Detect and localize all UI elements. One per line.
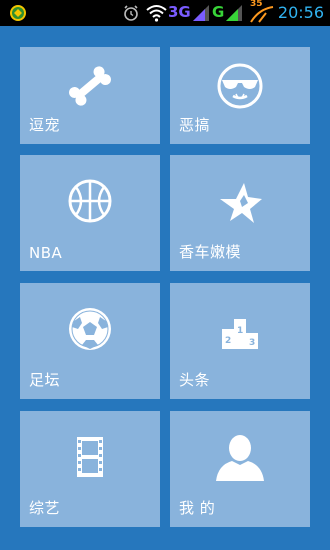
network-3g-indicator: 3G bbox=[168, 3, 191, 21]
upload-speed-icon bbox=[250, 6, 274, 23]
clock-time: 20:56 bbox=[277, 3, 324, 22]
tile-headlines[interactable]: 2 1 3 头条 bbox=[170, 283, 310, 399]
tile-label: NBA bbox=[29, 244, 63, 262]
tile-label: 逗宠 bbox=[29, 116, 61, 134]
wifi-icon bbox=[146, 5, 167, 22]
soccer-ball-icon bbox=[69, 308, 111, 351]
app-notification-icon bbox=[10, 5, 26, 21]
bone-icon bbox=[69, 66, 111, 106]
basketball-icon bbox=[68, 179, 112, 223]
tile-label: 香车嫩模 bbox=[179, 243, 242, 261]
film-strip-icon bbox=[77, 437, 103, 478]
tile-label: 足坛 bbox=[29, 371, 61, 389]
tile-cars-models[interactable]: 香车嫩模 bbox=[170, 155, 310, 271]
tile-label: 综艺 bbox=[29, 499, 61, 517]
tile-football[interactable]: 足坛 bbox=[20, 283, 160, 399]
signal-icon bbox=[193, 5, 209, 21]
user-profile-icon bbox=[216, 435, 264, 482]
tile-variety[interactable]: 综艺 bbox=[20, 411, 160, 527]
svg-text:3: 3 bbox=[249, 338, 255, 348]
alarm-icon bbox=[124, 5, 138, 21]
network-g-indicator: G bbox=[212, 3, 225, 21]
tile-pets[interactable]: 逗宠 bbox=[20, 47, 160, 144]
status-bar: 3G G 35 20:56 bbox=[0, 0, 330, 26]
tile-label: 恶搞 bbox=[179, 116, 211, 134]
tile-label: 头条 bbox=[179, 371, 211, 389]
tile-funny[interactable]: 恶搞 bbox=[170, 47, 310, 144]
sunglasses-face-icon bbox=[217, 63, 263, 109]
tile-nba[interactable]: NBA bbox=[20, 155, 160, 271]
star-car-logo-icon bbox=[220, 183, 262, 224]
podium-icon: 2 1 3 bbox=[222, 319, 258, 350]
tile-my-profile[interactable]: 我 的 bbox=[170, 411, 310, 527]
svg-text:1: 1 bbox=[237, 326, 243, 336]
svg-text:2: 2 bbox=[225, 336, 231, 346]
signal-icon bbox=[226, 5, 242, 21]
tile-label: 我 的 bbox=[179, 499, 216, 517]
